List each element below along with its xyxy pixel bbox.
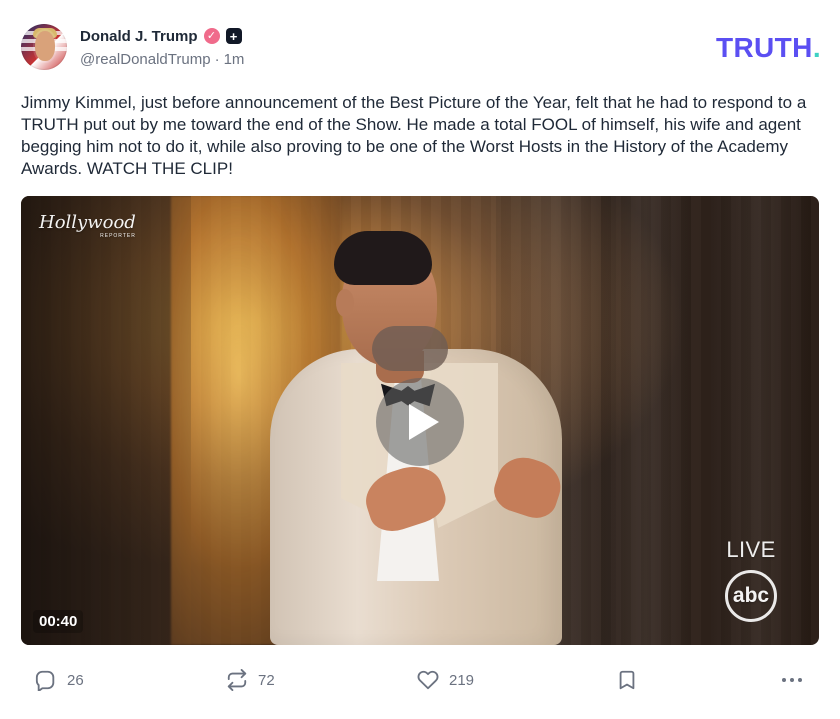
plus-badge-icon: + xyxy=(225,28,242,44)
repost-icon xyxy=(227,669,247,691)
subject-beard xyxy=(372,326,448,371)
like-count: 219 xyxy=(449,671,475,689)
video-background-dark xyxy=(21,196,191,645)
post-time[interactable]: 1m xyxy=(224,51,245,68)
watermark-main: Hollywood xyxy=(39,212,136,233)
author-name-row: Donald J. Trump ✓ + xyxy=(80,24,242,48)
heart-icon xyxy=(417,670,439,690)
post-header: Donald J. Trump ✓ + @realDonaldTrump · 1… xyxy=(21,24,821,72)
abc-logo-icon: abc xyxy=(725,570,777,622)
retruth-count: 72 xyxy=(258,671,275,689)
author-display-name[interactable]: Donald J. Trump xyxy=(80,28,198,45)
reply-count: 26 xyxy=(67,671,84,689)
truth-logo-text: TRUTH xyxy=(715,32,813,63)
meta-separator: · xyxy=(214,51,220,68)
play-button[interactable] xyxy=(376,378,464,466)
more-button[interactable] xyxy=(782,665,802,695)
truth-logo[interactable]: TRUTH. xyxy=(716,34,821,62)
author-avatar[interactable] xyxy=(21,24,67,70)
avatar-face xyxy=(35,31,55,61)
live-label: LIVE xyxy=(726,537,776,562)
post-text: Jimmy Kimmel, just before announcement o… xyxy=(21,93,807,178)
network-live-badge: LIVE abc xyxy=(721,537,781,627)
author-handle[interactable]: @realDonaldTrump xyxy=(80,51,211,68)
like-button[interactable]: 219 xyxy=(417,665,474,695)
verified-badge-icon: ✓ xyxy=(203,28,220,44)
bookmark-button[interactable] xyxy=(616,665,638,695)
more-icon xyxy=(782,669,802,691)
play-icon xyxy=(409,404,439,440)
post-actions: 26 72 219 xyxy=(21,665,821,695)
hollywood-reporter-watermark: Hollywood REPORTER xyxy=(39,214,136,239)
subject-hair xyxy=(334,231,432,285)
bookmark-icon xyxy=(619,670,635,690)
truth-logo-dot: . xyxy=(812,32,821,63)
truth-post: Donald J. Trump ✓ + @realDonaldTrump · 1… xyxy=(0,0,840,719)
video-duration: 00:40 xyxy=(33,610,84,633)
author-meta-row: @realDonaldTrump · 1m xyxy=(80,51,244,68)
retruth-button[interactable]: 72 xyxy=(226,665,275,695)
more-dot xyxy=(798,678,802,682)
curtain-fold xyxy=(601,196,691,645)
more-dot xyxy=(790,678,794,682)
video-player[interactable]: Hollywood REPORTER LIVE abc 00:40 xyxy=(21,196,819,645)
network-logo-text: abc xyxy=(732,584,770,607)
subject-ear xyxy=(336,289,354,317)
comment-icon xyxy=(35,670,55,691)
more-dot xyxy=(782,678,786,682)
reply-button[interactable]: 26 xyxy=(35,665,84,695)
watermark-sub: REPORTER xyxy=(100,233,136,239)
